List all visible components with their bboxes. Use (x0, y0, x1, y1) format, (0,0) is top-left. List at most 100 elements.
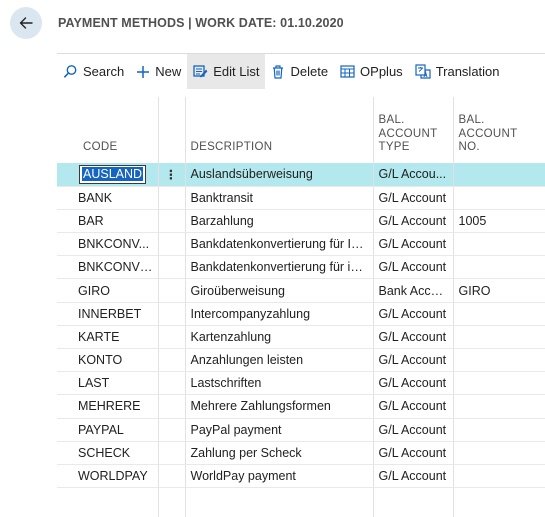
description-cell[interactable]: Giroüberweisung (185, 278, 374, 303)
row-menu-cell (158, 441, 186, 465)
bal-account-no-cell[interactable] (453, 348, 545, 373)
table-row[interactable]: BANK Banktransit G/L Account (57, 186, 545, 210)
table-row[interactable]: PAYPAL PayPal payment G/L Account (57, 418, 545, 442)
table-row[interactable]: BNKCONVI... Bankdatenkonvertierung für i… (57, 255, 545, 280)
table-row[interactable]: INNERBET Intercompanyzahlung G/L Account (57, 302, 545, 326)
translation-button[interactable]: Translation (409, 54, 506, 89)
code-cell[interactable]: MEHRERE (57, 394, 159, 419)
table-row[interactable]: SCHECK Zahlung per Scheck G/L Account (57, 441, 545, 465)
bal-account-no-cell[interactable] (453, 394, 545, 419)
bal-account-type-cell[interactable]: G/L Account (373, 464, 454, 489)
bal-account-type-cell[interactable]: G/L Accou... (373, 163, 454, 187)
row-menu-cell (158, 186, 186, 210)
code-cell[interactable]: KARTE (57, 325, 159, 350)
code-edit-field[interactable]: AUSLAND (79, 164, 147, 184)
table-row[interactable]: MEHRERE Mehrere Zahlungsformen G/L Accou… (57, 394, 545, 419)
bal-account-no-cell[interactable] (453, 418, 545, 442)
bal-account-no-cell[interactable]: GIRO (453, 278, 545, 303)
new-button[interactable]: New (130, 54, 187, 89)
description-cell[interactable]: Lastschriften (185, 371, 374, 396)
delete-button[interactable]: Delete (265, 54, 334, 89)
bal-account-no-cell[interactable] (453, 163, 545, 187)
code-cell[interactable]: PAYPAL (57, 418, 159, 442)
table-row[interactable]: KARTE Kartenzahlung G/L Account (57, 325, 545, 350)
bal-account-no-cell[interactable] (453, 464, 545, 489)
description-cell[interactable]: Anzahlungen leisten (185, 348, 374, 373)
column-header-description[interactable]: DESCRIPTION (185, 97, 374, 163)
bal-account-type-cell[interactable]: G/L Account (373, 232, 454, 257)
code-cell[interactable]: BNKCONV... (57, 232, 159, 257)
code-cell[interactable]: SCHECK (57, 441, 159, 465)
plus-icon (136, 65, 150, 79)
description-cell[interactable]: Barzahlung (185, 209, 374, 234)
description-cell[interactable]: Zahlung per Scheck (185, 441, 374, 465)
description-cell[interactable]: Bankdatenkonvertierung für in... (185, 255, 374, 280)
header-line: BAL. (458, 114, 485, 127)
edit-list-label: Edit List (213, 64, 260, 79)
row-menu-cell (158, 325, 186, 350)
bal-account-type-cell[interactable]: G/L Account (373, 209, 454, 234)
code-cell[interactable]: LAST (57, 371, 159, 396)
row-menu-cell (158, 209, 186, 234)
description-cell[interactable]: PayPal payment (185, 418, 374, 442)
row-menu-cell (158, 302, 186, 326)
column-header-code[interactable]: CODE (57, 97, 159, 163)
edit-list-icon (193, 64, 208, 79)
bal-account-no-cell[interactable] (453, 255, 545, 280)
payment-methods-grid: CODE DESCRIPTION BAL. ACCOUNT TYPE BAL. … (57, 97, 545, 517)
column-header-bal-account-type[interactable]: BAL. ACCOUNT TYPE (373, 97, 454, 163)
table-row[interactable]: AUSLAND ⋮ Auslandsüberweisung G/L Accou.… (57, 163, 545, 187)
search-button[interactable]: Search (57, 54, 130, 89)
description-cell[interactable]: WorldPay payment (185, 464, 374, 489)
bal-account-no-cell[interactable] (453, 186, 545, 210)
bal-account-no-cell[interactable] (453, 302, 545, 326)
bal-account-type-cell[interactable]: Bank Accou... (373, 278, 454, 303)
description-cell[interactable]: Kartenzahlung (185, 325, 374, 350)
table-row[interactable]: BAR Barzahlung G/L Account 1005 (57, 209, 545, 234)
bal-account-type-cell[interactable]: G/L Account (373, 302, 454, 326)
code-cell[interactable]: WORLDPAY (57, 464, 159, 489)
bal-account-no-cell[interactable] (453, 441, 545, 465)
bal-account-no-cell[interactable] (453, 371, 545, 396)
opplus-button[interactable]: OPplus (334, 54, 409, 89)
bal-account-type-cell[interactable]: G/L Account (373, 186, 454, 210)
bal-account-type-cell[interactable]: G/L Account (373, 325, 454, 350)
bal-account-type-cell[interactable]: G/L Account (373, 371, 454, 396)
bal-account-type-cell[interactable]: G/L Account (373, 441, 454, 465)
bal-account-type-cell[interactable]: G/L Account (373, 418, 454, 442)
code-cell[interactable]: KONTO (57, 348, 159, 373)
bal-account-no-cell[interactable] (453, 232, 545, 257)
table-row[interactable]: WORLDPAY WorldPay payment G/L Account (57, 464, 545, 489)
column-header-bal-account-no[interactable]: BAL. ACCOUNT NO. (453, 97, 545, 163)
bal-account-no-cell[interactable]: 1005 (453, 209, 545, 234)
empty-cell (57, 487, 159, 517)
code-cell[interactable]: BANK (57, 186, 159, 210)
back-button[interactable] (10, 7, 42, 39)
bal-account-type-cell[interactable]: G/L Account (373, 348, 454, 373)
action-bar: Search New Edit List Delete OPplus Trans… (57, 53, 545, 89)
search-label: Search (83, 64, 125, 79)
code-cell[interactable]: BAR (57, 209, 159, 234)
bal-account-type-cell[interactable]: G/L Account (373, 394, 454, 419)
table-row[interactable]: GIRO Giroüberweisung Bank Accou... GIRO (57, 278, 545, 303)
description-cell[interactable]: Bankdatenkonvertierung für In... (185, 232, 374, 257)
edit-list-button[interactable]: Edit List (187, 54, 266, 89)
trash-icon (271, 64, 285, 79)
code-cell[interactable]: INNERBET (57, 302, 159, 326)
description-cell[interactable]: Banktransit (185, 186, 374, 210)
row-menu-icon[interactable]: ⋮ (158, 163, 186, 187)
bal-account-type-cell[interactable]: G/L Account (373, 255, 454, 280)
description-cell[interactable]: Mehrere Zahlungsformen (185, 394, 374, 419)
header-line: NO. (458, 141, 480, 154)
table-row[interactable]: KONTO Anzahlungen leisten G/L Account (57, 348, 545, 373)
new-label: New (155, 64, 182, 79)
code-cell[interactable]: AUSLAND (57, 163, 159, 187)
description-cell[interactable]: Intercompanyzahlung (185, 302, 374, 326)
bal-account-no-cell[interactable] (453, 325, 545, 350)
code-cell[interactable]: GIRO (57, 278, 159, 303)
table-row[interactable]: BNKCONV... Bankdatenkonvertierung für In… (57, 232, 545, 257)
code-cell[interactable]: BNKCONVI... (57, 255, 159, 280)
table-row[interactable]: LAST Lastschriften G/L Account (57, 371, 545, 396)
row-menu-cell (158, 255, 186, 280)
description-cell[interactable]: Auslandsüberweisung (185, 163, 374, 187)
